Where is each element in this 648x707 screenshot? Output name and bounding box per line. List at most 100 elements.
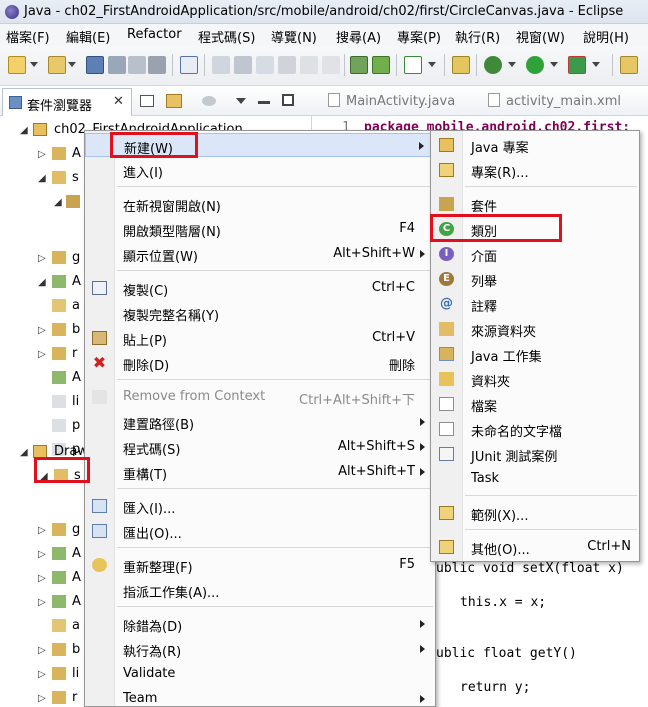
menu-item-source[interactable]: 程式碼(S) Alt+Shift+S [85, 435, 435, 459]
close-icon[interactable]: ✕ [113, 94, 124, 109]
save-all-icon[interactable] [108, 56, 126, 74]
collapse-arrow-icon[interactable]: ▷ [38, 149, 46, 160]
menu-help[interactable]: 說明(H) [583, 27, 629, 46]
run-icon[interactable] [526, 56, 544, 74]
expand-arrow-icon[interactable]: ◢ [38, 277, 46, 288]
collapse-arrow-icon[interactable]: ▷ [38, 693, 46, 704]
download-sdk-icon[interactable] [350, 56, 368, 74]
submenu-item-annotation[interactable]: @ 註釋 [431, 292, 639, 316]
submenu-item-folder[interactable]: 資料夾 [431, 367, 639, 391]
submenu-item-java-working-set[interactable]: Java 工作集 [431, 342, 639, 366]
debug-dropdown-icon[interactable] [508, 62, 516, 67]
menu-item-debug-as[interactable]: 除錯為(D) [85, 612, 435, 636]
collapse-arrow-icon[interactable]: ▷ [38, 349, 46, 360]
external-tools-dropdown-icon[interactable] [592, 62, 600, 67]
collapse-arrow-icon[interactable]: ▷ [38, 669, 46, 680]
debug-bug-icon[interactable] [484, 56, 502, 74]
menu-item-refresh[interactable]: 重新整理(F) F5 [85, 553, 435, 577]
submenu-item-package[interactable]: 套件 [431, 192, 639, 216]
maximize-icon[interactable] [282, 94, 294, 106]
code-line[interactable]: this.x = x; [460, 595, 546, 610]
menu-project[interactable]: 專案(P) [397, 27, 441, 46]
menu-item-validate[interactable]: Validate [85, 662, 435, 686]
submenu-item-file[interactable]: 檔案 [431, 392, 639, 416]
collapse-arrow-icon[interactable]: ▷ [38, 549, 46, 560]
menu-search[interactable]: 搜尋(A) [336, 27, 381, 46]
debug-tool-icon[interactable] [212, 56, 230, 74]
expand-arrow-icon[interactable]: ◢ [20, 447, 28, 458]
expand-arrow-icon[interactable]: ◢ [54, 197, 62, 208]
print-icon[interactable] [148, 56, 166, 74]
collapse-arrow-icon[interactable]: ▷ [38, 325, 46, 336]
menu-item-import[interactable]: 匯入(I)... [85, 494, 435, 518]
menu-edit[interactable]: 編輯(E) [66, 27, 110, 46]
checkbox-dropdown-icon[interactable] [428, 62, 436, 67]
menu-item-assign-working-sets[interactable]: 指派工作集(A)... [85, 578, 435, 602]
code-line[interactable]: return y; [460, 680, 530, 695]
menu-item-team[interactable]: Team [85, 687, 435, 707]
menu-window[interactable]: 視窗(W) [516, 27, 565, 46]
menu-item-copy-qualified-name[interactable]: 複製完整名稱(Y) [85, 301, 435, 325]
menu-item-copy[interactable]: 複製(C) Ctrl+C [85, 276, 435, 300]
new-wizard-icon[interactable] [48, 56, 66, 74]
skip-breakpoints-icon[interactable] [180, 56, 198, 74]
editor-tab-mainactivity[interactable]: MainActivity.java [328, 93, 455, 109]
submenu-item-untitled-text[interactable]: 未命名的文字檔 [431, 417, 639, 441]
build-icon[interactable] [234, 56, 252, 74]
collapse-all-icon[interactable] [140, 95, 154, 107]
copy-icon[interactable] [128, 56, 146, 74]
save-icon[interactable] [86, 56, 104, 74]
collapse-arrow-icon[interactable]: ▷ [38, 253, 46, 264]
submenu-item-project[interactable]: 專案(R)... [431, 158, 639, 182]
view-menu-icon[interactable] [236, 98, 246, 104]
submenu-item-enum[interactable]: E 列舉 [431, 267, 639, 291]
editor-tab-activity-main[interactable]: activity_main.xml [488, 93, 621, 109]
submenu-item-junit[interactable]: JUnit 測試案例 [431, 442, 639, 466]
submenu-item-interface[interactable]: I 介面 [431, 242, 639, 266]
menu-run[interactable]: 執行(R) [455, 27, 500, 46]
submenu-item-other[interactable]: 其他(O)... Ctrl+N [431, 535, 639, 559]
menu-item-delete[interactable]: ✖ 刪除(D) 刪除 [85, 351, 435, 375]
run-dropdown-icon[interactable] [550, 62, 558, 67]
collapse-arrow-icon[interactable]: ▷ [38, 645, 46, 656]
filter-icon[interactable] [202, 96, 216, 106]
expand-arrow-icon[interactable]: ◢ [38, 173, 46, 184]
submenu-item-task[interactable]: Task [431, 467, 639, 491]
external-tools-icon[interactable] [568, 56, 586, 74]
menu-refactor[interactable]: Refactor [127, 27, 182, 42]
submenu-item-example[interactable]: 範例(X)... [431, 501, 639, 525]
code-line[interactable]: ublic void setX(float x) [436, 561, 624, 576]
submenu-item-source-folder[interactable]: 來源資料夾 [431, 317, 639, 341]
menu-item-build-path[interactable]: 建置路徑(B) [85, 410, 435, 434]
menu-item-show-in[interactable]: 顯示位置(W) Alt+Shift+W [85, 242, 435, 266]
expand-arrow-icon[interactable]: ◢ [20, 125, 28, 136]
new-icon[interactable] [8, 56, 26, 74]
menu-source[interactable]: 程式碼(S) [198, 27, 255, 46]
checkbox-icon[interactable] [404, 56, 422, 74]
menu-item-open-type-hierarchy[interactable]: 開啟類型階層(N) F4 [85, 217, 435, 241]
collapse-arrow-icon[interactable]: ▷ [38, 597, 46, 608]
menu-item-export[interactable]: 匯出(O)... [85, 519, 435, 543]
menu-navigate[interactable]: 導覽(N) [271, 27, 317, 46]
android-device-icon[interactable] [372, 56, 390, 74]
new-class-toolbar-icon[interactable] [452, 56, 470, 74]
collapse-arrow-icon[interactable]: ▷ [38, 573, 46, 584]
menu-item-paste[interactable]: 貼上(P) Ctrl+V [85, 326, 435, 350]
minimize-icon[interactable] [258, 101, 270, 104]
menu-item-refactor[interactable]: 重構(T) Alt+Shift+T [85, 460, 435, 484]
table-icon[interactable] [300, 56, 318, 74]
link-with-editor-icon[interactable] [166, 94, 182, 108]
collapse-arrow-icon[interactable]: ▷ [38, 525, 46, 536]
paragraph-icon[interactable] [322, 56, 340, 74]
open-type-icon[interactable] [620, 56, 638, 74]
menu-file[interactable]: 檔案(F) [6, 27, 50, 46]
package-explorer-tab[interactable]: 套件瀏覽器 ✕ [2, 88, 132, 116]
menu-item-open-new-window[interactable]: 在新視窗開啟(N) [85, 192, 435, 216]
code-line[interactable]: ublic float getY() [436, 646, 577, 661]
new-dropdown-icon[interactable] [30, 62, 38, 67]
submenu-item-java-project[interactable]: Java 專案 [431, 133, 639, 157]
menu-item-run-as[interactable]: 執行為(R) [85, 637, 435, 661]
menu-item-goto[interactable]: 進入(I) [85, 158, 435, 182]
pencil-icon[interactable] [256, 56, 274, 74]
brush-icon[interactable] [278, 56, 296, 74]
